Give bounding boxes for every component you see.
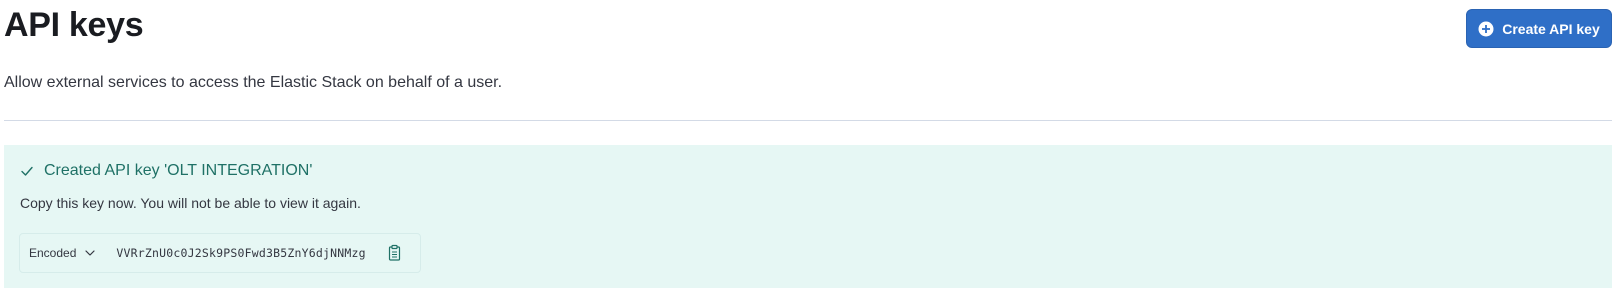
key-format-label: Encoded xyxy=(29,246,77,260)
api-keys-page: API keys Create API key Allow external s… xyxy=(0,0,1617,301)
plus-in-circle-icon xyxy=(1478,21,1494,37)
callout-title: Created API key 'OLT INTEGRATION' xyxy=(20,162,312,180)
callout-body: Copy this key now. You will not be able … xyxy=(20,195,361,211)
header-divider xyxy=(4,120,1612,121)
callout-title-text: Created API key 'OLT INTEGRATION' xyxy=(44,162,313,179)
page-description: Allow external services to access the El… xyxy=(4,74,503,91)
key-format-select[interactable]: Encoded xyxy=(20,234,96,272)
copy-clipboard-icon xyxy=(387,244,403,262)
create-api-key-button[interactable]: Create API key xyxy=(1466,9,1612,48)
api-key-value: VVRrZnU0c0J2Sk9PS0Fwd3B5ZnY6djNNMzg xyxy=(116,246,366,260)
page-title: API keys xyxy=(4,6,144,44)
check-icon xyxy=(20,164,34,178)
api-key-field: Encoded VVRrZnU0c0J2Sk9PS0Fwd3B5ZnY6djNN… xyxy=(19,233,421,273)
copy-key-button[interactable] xyxy=(386,244,404,262)
chevron-down-icon xyxy=(84,247,96,259)
create-api-key-button-label: Create API key xyxy=(1502,20,1600,37)
success-callout: Created API key 'OLT INTEGRATION' Copy t… xyxy=(4,145,1612,288)
